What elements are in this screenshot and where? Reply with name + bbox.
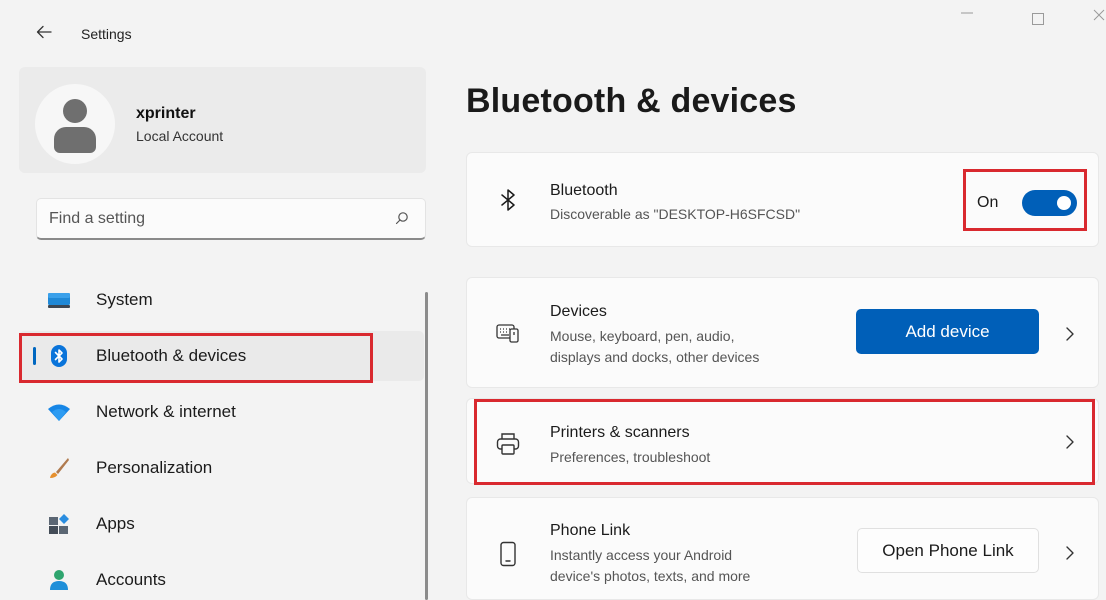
avatar xyxy=(35,84,115,164)
sidebar-item-label: Network & internet xyxy=(96,402,236,421)
card-title: Devices xyxy=(550,303,607,320)
sidebar-item-network-internet[interactable]: Network & internet xyxy=(19,387,424,437)
chevron-right-icon[interactable] xyxy=(1064,327,1076,341)
back-button[interactable] xyxy=(30,18,58,46)
sidebar-item-bluetooth-devices[interactable]: Bluetooth & devices xyxy=(19,331,424,381)
sidebar-item-label: Personalization xyxy=(96,458,213,477)
close-icon xyxy=(1093,9,1105,21)
maximize-button[interactable] xyxy=(1032,13,1044,25)
profile-account-type: Local Account xyxy=(136,128,224,144)
back-arrow-icon xyxy=(36,25,52,39)
devices-card[interactable]: Devices Mouse, keyboard, pen, audio, dis… xyxy=(466,277,1099,388)
search-input[interactable] xyxy=(49,208,369,230)
close-button[interactable] xyxy=(1092,8,1106,27)
sidebar-item-label: Bluetooth & devices xyxy=(96,346,247,365)
toggle-state-label: On xyxy=(977,194,999,211)
add-device-button[interactable]: Add device xyxy=(856,309,1039,354)
phone-icon xyxy=(500,541,516,567)
title-bar: Settings xyxy=(0,0,1106,64)
bluetooth-icon xyxy=(51,345,67,367)
sidebar-item-label: System xyxy=(96,290,153,309)
sidebar-item-system[interactable]: System xyxy=(19,275,424,325)
card-title: Phone Link xyxy=(550,522,631,539)
devices-icon xyxy=(496,324,519,343)
selection-indicator xyxy=(33,347,36,365)
system-icon xyxy=(48,293,70,308)
search-box[interactable] xyxy=(36,198,426,240)
chevron-right-icon[interactable] xyxy=(1064,435,1076,449)
bluetooth-icon xyxy=(501,189,515,211)
sidebar-item-accounts[interactable]: Accounts xyxy=(19,555,424,600)
card-title: Bluetooth xyxy=(550,182,618,199)
search-icon[interactable] xyxy=(395,211,409,225)
printers-scanners-card[interactable]: Printers & scanners Preferences, trouble… xyxy=(466,398,1099,484)
chevron-right-icon[interactable] xyxy=(1064,546,1076,560)
wifi-icon xyxy=(48,404,70,421)
profile-card[interactable]: xprinter Local Account xyxy=(19,67,426,173)
card-subtitle-line2: device's photos, texts, and more xyxy=(550,568,751,584)
sidebar-item-label: Accounts xyxy=(96,570,166,589)
printer-icon xyxy=(496,433,520,455)
phone-link-card[interactable]: Phone Link Instantly access your Android… xyxy=(466,497,1099,600)
minimize-button[interactable] xyxy=(960,6,974,25)
apps-icon xyxy=(49,514,69,534)
card-subtitle: Preferences, troubleshoot xyxy=(550,449,711,465)
bluetooth-toggle[interactable] xyxy=(1022,190,1077,216)
sidebar-item-apps[interactable]: Apps xyxy=(19,499,424,549)
bluetooth-card: Bluetooth Discoverable as "DESKTOP-H6SFC… xyxy=(466,152,1099,247)
profile-name: xprinter xyxy=(136,105,196,122)
nav-scrollbar[interactable] xyxy=(425,292,428,600)
brush-icon xyxy=(50,458,69,478)
minimize-icon xyxy=(961,12,973,14)
card-subtitle-line1: Mouse, keyboard, pen, audio, xyxy=(550,328,735,344)
sidebar-item-label: Apps xyxy=(96,514,135,533)
card-subtitle-line2: displays and docks, other devices xyxy=(550,349,760,365)
card-title: Printers & scanners xyxy=(550,424,690,441)
accounts-icon xyxy=(50,570,68,590)
app-title: Settings xyxy=(81,26,132,42)
page-title: Bluetooth & devices xyxy=(466,82,797,120)
sidebar-item-personalization[interactable]: Personalization xyxy=(19,443,424,493)
open-phone-link-button[interactable]: Open Phone Link xyxy=(857,528,1039,573)
card-subtitle: Discoverable as "DESKTOP-H6SFCSD" xyxy=(550,206,801,222)
card-subtitle-line1: Instantly access your Android xyxy=(550,547,733,563)
toggle-knob xyxy=(1057,196,1071,210)
